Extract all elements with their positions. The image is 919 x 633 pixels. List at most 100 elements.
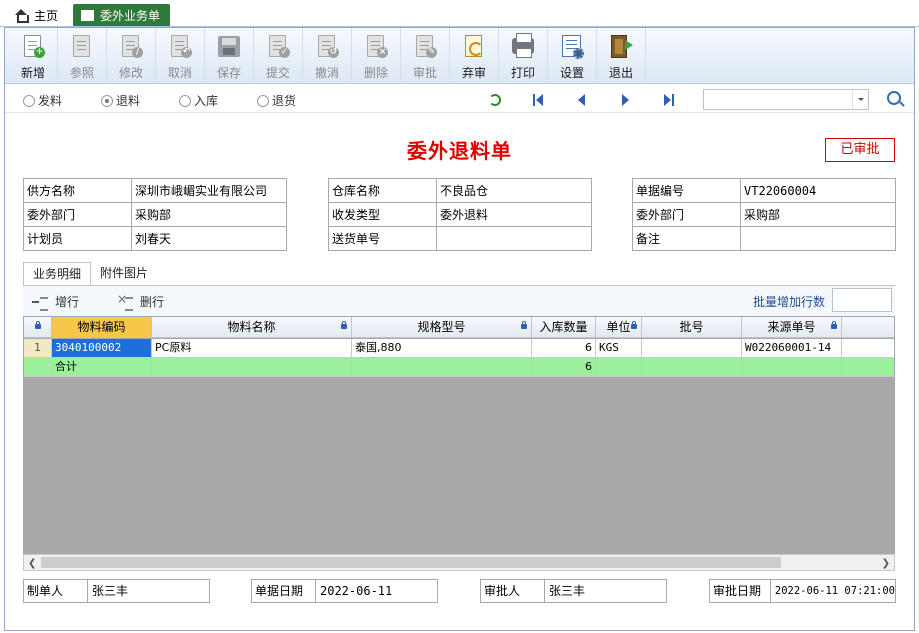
dept2-label: 委外部门	[632, 202, 741, 227]
lock-icon	[34, 321, 41, 329]
col-header-spec-label: 规格型号	[417, 320, 466, 334]
approve-label: 审批	[412, 66, 437, 80]
radio-dot-issue	[23, 94, 35, 107]
cell-batch[interactable]	[642, 339, 742, 358]
remark-field[interactable]	[740, 226, 896, 251]
add-row-button[interactable]: 增行	[32, 293, 79, 311]
first-record-icon[interactable]	[533, 94, 543, 106]
save-button[interactable]: 保存	[205, 28, 254, 84]
exit-label: 退出	[608, 66, 633, 80]
next-record-icon[interactable]	[622, 94, 629, 106]
print-label: 打印	[510, 66, 535, 80]
delete-label: 删除	[363, 66, 388, 80]
maker-label: 制单人	[24, 580, 88, 602]
new-button[interactable]: + 新增	[9, 28, 58, 84]
radio-goods-return[interactable]: 退货	[257, 92, 296, 109]
cell-qty[interactable]: 6	[532, 339, 596, 358]
revoke-button[interactable]: ↺ 撤消	[303, 28, 352, 84]
dept2-field[interactable]: 采购部	[740, 202, 896, 227]
col-header-code[interactable]: 物料编码	[52, 317, 152, 338]
batch-add-input[interactable]	[832, 288, 892, 312]
submit-icon: ✓	[266, 34, 290, 60]
revoke-label: 撤消	[314, 66, 339, 80]
unapprove-button[interactable]: 弃审	[450, 28, 499, 84]
radio-inbound[interactable]: 入库	[179, 92, 218, 109]
supplier-label: 供方名称	[23, 178, 132, 203]
lock-icon	[341, 321, 347, 329]
scroll-left-icon[interactable]: ❮	[28, 558, 36, 569]
radio-dot-return	[101, 94, 113, 107]
reference-button[interactable]: 参照	[58, 28, 107, 84]
total-cell-filler	[842, 358, 894, 377]
approver-value: 张三丰	[549, 584, 586, 598]
submit-button[interactable]: ✓ 提交	[254, 28, 303, 84]
col-header-name[interactable]: 物料名称	[152, 317, 352, 338]
delivery-no-field[interactable]	[436, 226, 592, 251]
search-icon[interactable]	[887, 91, 901, 105]
edit-button[interactable]: / 修改	[107, 28, 156, 84]
cancel-button[interactable]: ↶ 取消	[156, 28, 205, 84]
col-header-unit-label: 单位	[606, 320, 631, 334]
doc-no-field[interactable]: VT22060004	[740, 178, 896, 203]
tab-home-label: 主页	[34, 8, 59, 23]
col-header-spec[interactable]: 规格型号	[352, 317, 532, 338]
grid-corner[interactable]	[24, 317, 52, 338]
tab-outsourcing-business[interactable]: 委外业务单	[73, 4, 171, 26]
col-header-qty[interactable]: 入库数量	[532, 317, 596, 338]
settings-button[interactable]: 设置	[548, 28, 597, 84]
lock-icon	[521, 321, 527, 329]
col-header-filler	[842, 317, 894, 338]
cell-code[interactable]: 3040100002	[52, 339, 152, 358]
submit-label: 提交	[265, 66, 290, 80]
exit-button[interactable]: 退出	[597, 28, 646, 84]
unapprove-icon	[462, 34, 486, 60]
total-cell-batch	[642, 358, 742, 377]
io-type-field[interactable]: 委外退料	[436, 202, 592, 227]
warehouse-field[interactable]: 不良品仓	[436, 178, 592, 203]
dept-field[interactable]: 采购部	[131, 202, 287, 227]
cell-name[interactable]: PC原料	[152, 339, 352, 358]
tab-outsourcing-label: 委外业务单	[100, 8, 161, 23]
chevron-down-icon[interactable]	[852, 90, 868, 109]
scroll-right-icon[interactable]: ❯	[882, 558, 890, 569]
planner-label: 计划员	[23, 226, 132, 251]
previous-record-icon[interactable]	[578, 94, 585, 106]
delete-button[interactable]: × 删除	[352, 28, 401, 84]
cell-spec[interactable]: 泰国,880	[352, 339, 532, 358]
save-label: 保存	[216, 66, 241, 80]
print-button[interactable]: 打印	[499, 28, 548, 84]
total-label: 合计	[52, 358, 152, 377]
maker-field-group: 制单人 张三丰	[23, 579, 210, 603]
scrollbar-thumb[interactable]	[41, 557, 781, 568]
horizontal-scrollbar[interactable]: ❮ ❯	[23, 554, 895, 571]
header-form-left: 供方名称 深圳市峨嵋实业有限公司 委外部门 采购部 计划员 刘春天	[23, 178, 287, 251]
reference-label: 参照	[69, 66, 94, 80]
radio-issue[interactable]: 发料	[23, 92, 62, 109]
date-field-group: 单据日期 2022-06-11	[251, 579, 438, 603]
col-header-name-label: 物料名称	[227, 320, 276, 334]
tab-business-detail[interactable]: 业务明细	[23, 262, 92, 286]
maker-value: 张三丰	[92, 584, 129, 598]
table-row[interactable]: 1 3040100002 PC原料 泰国,880 6 KGS W02206000…	[24, 339, 894, 358]
tab-home[interactable]: 主页	[6, 4, 66, 26]
supplier-field[interactable]: 深圳市峨嵋实业有限公司	[131, 178, 287, 203]
row-number: 1	[24, 339, 52, 358]
col-header-source[interactable]: 来源单号	[742, 317, 842, 338]
cell-unit[interactable]: KGS	[596, 339, 642, 358]
detail-tab-strip: 业务明细 附件图片	[23, 262, 157, 286]
planner-field[interactable]: 刘春天	[131, 226, 287, 251]
radio-return[interactable]: 退料	[101, 92, 140, 109]
cell-source[interactable]: W022060001-14	[742, 339, 842, 358]
approve-date-label: 审批日期	[710, 580, 771, 602]
record-search-combo[interactable]	[703, 89, 869, 110]
grid-header-row: 物料编码 物料名称 规格型号 入库数量 单位 批号 来源单号	[24, 317, 894, 338]
approve-button[interactable]: ✎ 审批	[401, 28, 450, 84]
delete-row-button[interactable]: 删行	[117, 292, 164, 311]
refresh-icon[interactable]	[489, 94, 501, 106]
col-header-unit[interactable]: 单位	[596, 317, 642, 338]
tab-attachments[interactable]: 附件图片	[91, 262, 157, 286]
last-record-icon[interactable]	[664, 94, 674, 106]
main-toolbar: + 新增 参照 / 修改 ↶ 取消 保存 ✓ 提交 ↺ 撤消 × 删除 ✎ 审批…	[5, 28, 914, 84]
col-header-batch[interactable]: 批号	[642, 317, 742, 338]
radio-return-label: 退料	[116, 94, 141, 108]
